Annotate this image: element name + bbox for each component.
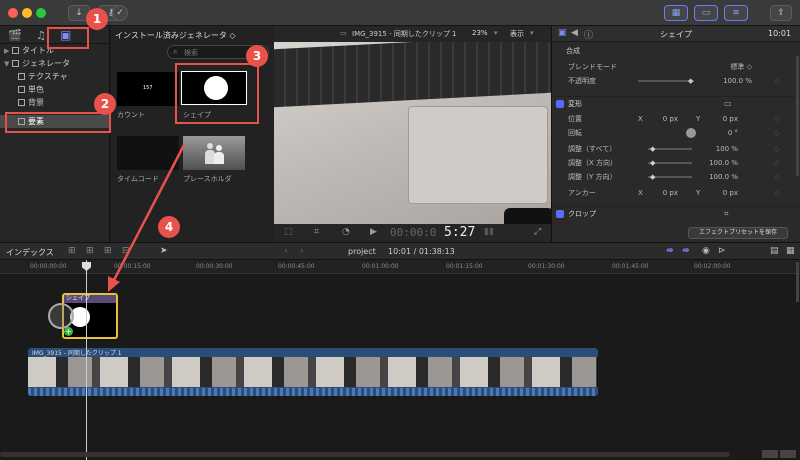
- drag-arrow: [108, 144, 186, 292]
- arrow-line: [112, 144, 186, 281]
